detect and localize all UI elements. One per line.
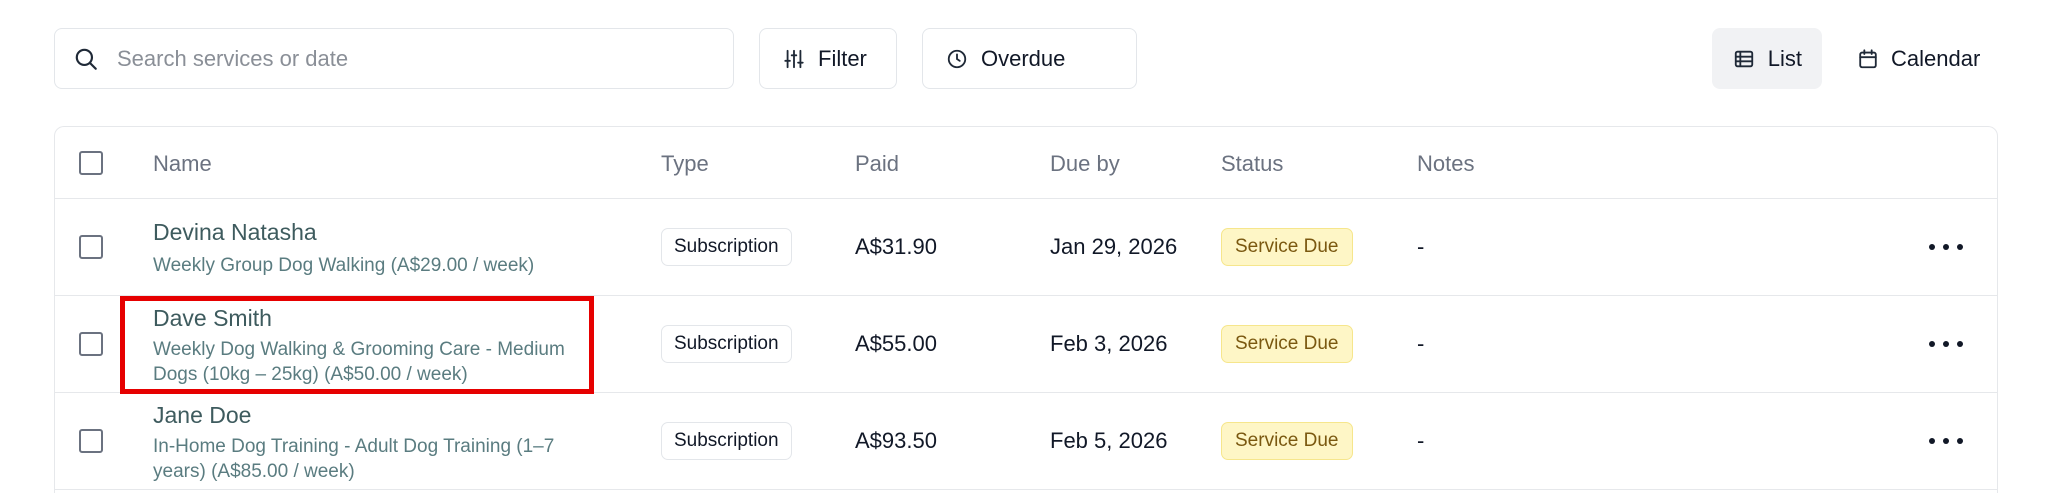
column-header-status[interactable]: Status xyxy=(1221,151,1283,177)
select-all-checkbox[interactable] xyxy=(79,151,103,175)
customer-name[interactable]: Devina Natasha xyxy=(153,219,317,246)
column-header-type[interactable]: Type xyxy=(661,151,709,177)
search-box[interactable] xyxy=(54,28,734,89)
notes-value: - xyxy=(1417,428,1425,453)
row-checkbox[interactable] xyxy=(79,235,103,259)
status-badge: Service Due xyxy=(1221,325,1353,363)
paid-amount: A$31.90 xyxy=(855,234,937,259)
list-view-label: List xyxy=(1767,45,1802,71)
row-checkbox[interactable] xyxy=(79,429,103,453)
paid-amount: A$55.00 xyxy=(855,331,937,356)
column-header-paid[interactable]: Paid xyxy=(855,151,899,177)
list-view-button[interactable]: List xyxy=(1712,28,1822,89)
table-header: Name Type Paid Due by Status Notes xyxy=(55,127,1997,199)
table-row[interactable]: Dave Smith Weekly Dog Walking & Grooming… xyxy=(55,296,1997,393)
row-checkbox[interactable] xyxy=(79,332,103,356)
filter-button-label: Filter xyxy=(818,45,867,71)
type-badge: Subscription xyxy=(661,422,792,460)
column-header-notes[interactable]: Notes xyxy=(1417,151,1474,177)
table-row[interactable]: Jane Doe In-Home Dog Training - Adult Do… xyxy=(55,393,1997,490)
page: Filter Overdue List Calendar Name Type xyxy=(0,0,2048,493)
type-badge: Subscription xyxy=(661,325,792,363)
due-date: Feb 3, 2026 xyxy=(1050,331,1168,356)
table-row[interactable]: Devina Natasha Weekly Group Dog Walking … xyxy=(55,199,1997,296)
search-icon xyxy=(71,44,101,74)
notes-value: - xyxy=(1417,234,1425,259)
more-horizontal-icon xyxy=(1929,244,1963,250)
calendar-icon xyxy=(1857,47,1879,71)
status-badge: Service Due xyxy=(1221,422,1353,460)
customer-name[interactable]: Jane Doe xyxy=(153,402,251,429)
column-header-due-by[interactable]: Due by xyxy=(1050,151,1120,177)
more-horizontal-icon xyxy=(1929,438,1963,444)
overdue-button[interactable]: Overdue xyxy=(922,28,1137,89)
filter-button[interactable]: Filter xyxy=(759,28,897,89)
service-description-line-2: years) (A$85.00 / week) xyxy=(153,461,355,482)
type-badge: Subscription xyxy=(661,228,792,266)
paid-amount: A$93.50 xyxy=(855,428,937,453)
more-actions-button[interactable] xyxy=(1921,425,1971,457)
service-description-line-1: Weekly Dog Walking & Grooming Care - Med… xyxy=(153,339,565,360)
more-actions-button[interactable] xyxy=(1921,231,1971,263)
column-header-name[interactable]: Name xyxy=(153,151,212,177)
overdue-button-label: Overdue xyxy=(981,45,1066,71)
calendar-view-label: Calendar xyxy=(1891,45,1981,71)
calendar-view-button[interactable]: Calendar xyxy=(1837,28,1998,89)
customer-name[interactable]: Dave Smith xyxy=(153,305,272,332)
more-horizontal-icon xyxy=(1929,341,1963,347)
service-description-line-2: Dogs (10kg – 25kg) (A$50.00 / week) xyxy=(153,364,468,385)
service-description-line-1: In-Home Dog Training - Adult Dog Trainin… xyxy=(153,436,555,457)
toolbar: Filter Overdue List Calendar xyxy=(54,28,1998,90)
service-description: Weekly Group Dog Walking (A$29.00 / week… xyxy=(153,255,535,276)
search-input[interactable] xyxy=(117,45,697,72)
list-icon xyxy=(1732,47,1756,71)
filter-sliders-icon xyxy=(782,47,806,71)
status-badge: Service Due xyxy=(1221,228,1353,266)
more-actions-button[interactable] xyxy=(1921,328,1971,360)
services-table: Name Type Paid Due by Status Notes Devin… xyxy=(54,126,1998,493)
due-date: Feb 5, 2026 xyxy=(1050,428,1168,453)
due-date: Jan 29, 2026 xyxy=(1050,234,1178,259)
clock-icon xyxy=(945,47,969,71)
notes-value: - xyxy=(1417,331,1425,356)
